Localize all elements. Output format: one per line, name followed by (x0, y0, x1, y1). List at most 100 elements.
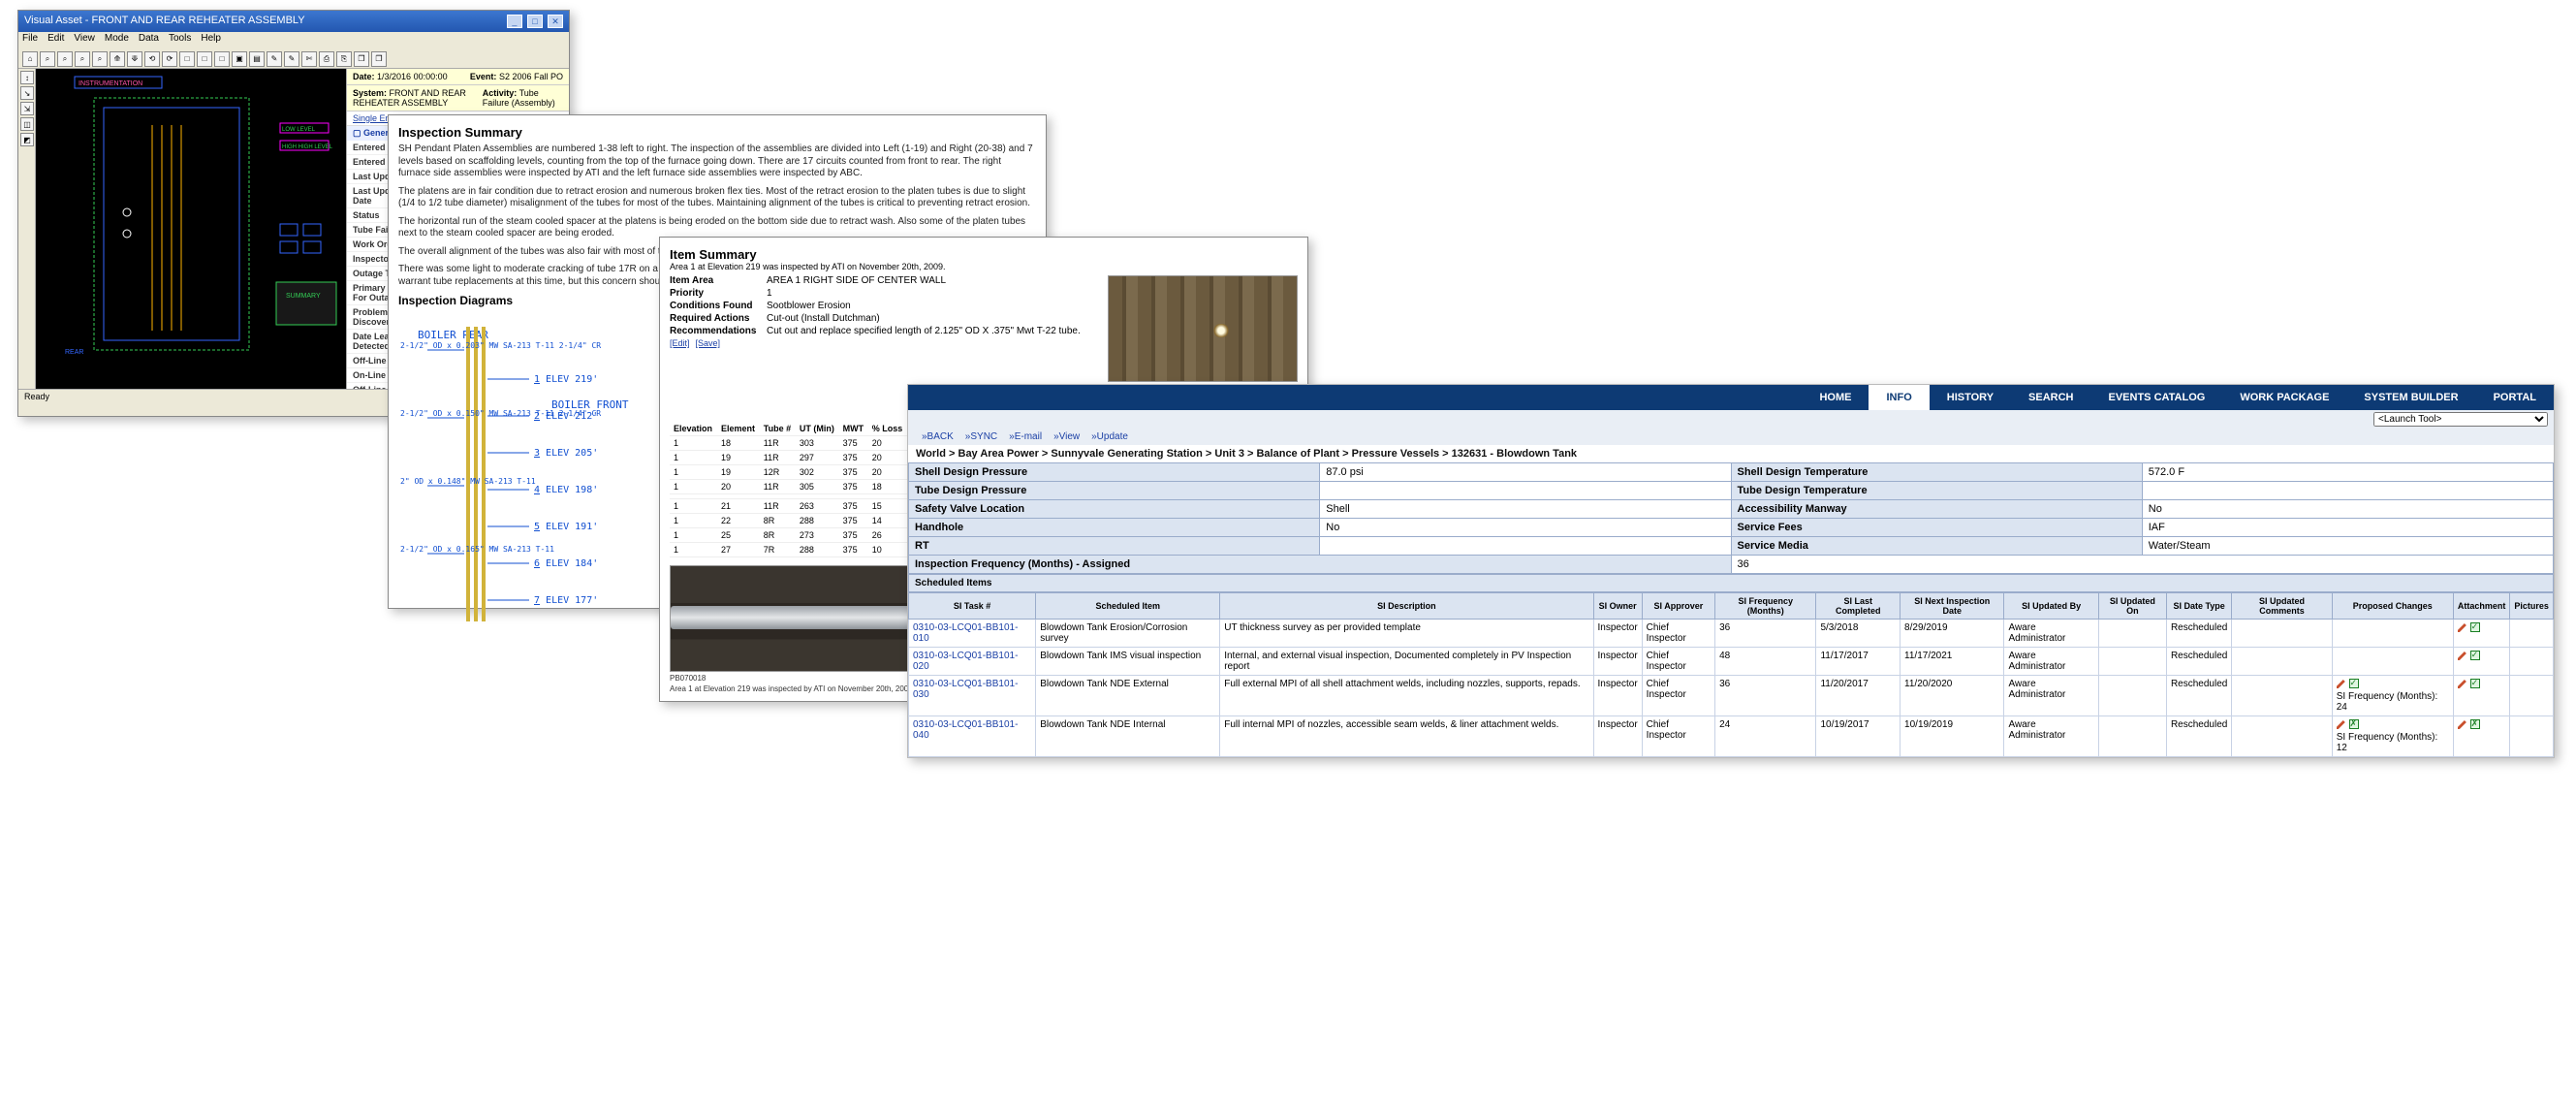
toolbar-button[interactable]: ⌕ (75, 51, 90, 67)
launch-tool-select[interactable]: <Launch Tool> (2373, 412, 2548, 427)
col-header: Pictures (2510, 593, 2554, 620)
check-icon[interactable] (2349, 719, 2359, 729)
action-link[interactable]: »View (1053, 431, 1080, 442)
item-photo (1108, 275, 1298, 382)
prop-val (2142, 482, 2553, 500)
edit-icon[interactable] (2458, 651, 2467, 660)
edit-icon[interactable] (2458, 719, 2467, 729)
svg-text:INSTRUMENTATION: INSTRUMENTATION (79, 80, 142, 87)
edit-icon[interactable] (2458, 679, 2467, 688)
nav-home[interactable]: HOME (1802, 385, 1869, 410)
toolbar-button[interactable]: ✄ (301, 51, 317, 67)
prop-key: Tube Design Pressure (909, 482, 1320, 500)
menu-bar: File Edit View Mode Data Tools Help (18, 32, 569, 49)
menu-tools[interactable]: Tools (169, 33, 191, 48)
check-icon[interactable] (2470, 719, 2480, 729)
nav-info[interactable]: INFO (1869, 385, 1929, 410)
menu-view[interactable]: View (74, 33, 95, 48)
field-value: Cut out and replace specified length of … (767, 326, 1098, 336)
nav-history[interactable]: HISTORY (1930, 385, 2011, 410)
toolbar-button[interactable]: □ (214, 51, 230, 67)
minimize-button[interactable]: _ (507, 15, 522, 28)
breadcrumb[interactable]: World > Bay Area Power > Sunnyvale Gener… (908, 445, 2554, 462)
window-titlebar[interactable]: Visual Asset - FRONT AND REAR REHEATER A… (18, 11, 569, 32)
toolbar-button[interactable]: ⌕ (92, 51, 108, 67)
toolbar-button[interactable]: ✎ (267, 51, 282, 67)
prop-val: IAF (2142, 519, 2553, 537)
toolbar-button[interactable]: ⟳ (162, 51, 177, 67)
close-button[interactable]: ✕ (548, 15, 563, 28)
side-toolbar-button[interactable]: ⇲ (20, 102, 34, 115)
nav-system-builder[interactable]: SYSTEM BUILDER (2346, 385, 2475, 410)
table-header: Tube # (760, 422, 796, 436)
nav-work-package[interactable]: WORK PACKAGE (2222, 385, 2346, 410)
side-toolbar-button[interactable]: ↕ (20, 71, 34, 84)
table-row: 0310-03-LCQ01-BB101-020 Blowdown Tank IM… (909, 648, 2554, 676)
menu-data[interactable]: Data (139, 33, 159, 48)
nav-portal[interactable]: PORTAL (2476, 385, 2554, 410)
table-header: Elevation (670, 422, 717, 436)
item-link[interactable]: [Save] (696, 338, 721, 348)
doc-heading: Inspection Summary (398, 125, 1036, 140)
cad-canvas[interactable]: INSTRUMENTATION LOW LEVEL HIGH HIGH LEVE… (36, 69, 346, 389)
check-icon[interactable] (2470, 651, 2480, 660)
toolbar-button[interactable]: ▤ (249, 51, 265, 67)
hdr-event: S2 2006 Fall PO (499, 72, 563, 81)
toolbar-button[interactable]: ⟱ (127, 51, 142, 67)
menu-mode[interactable]: Mode (105, 33, 129, 48)
menu-file[interactable]: File (22, 33, 38, 48)
prop-key: Shell Design Pressure (909, 463, 1320, 482)
prop-val: No (1320, 519, 1731, 537)
edit-icon[interactable] (2337, 679, 2346, 688)
col-header: SI Frequency (Months) (1715, 593, 1816, 620)
task-link[interactable]: 0310-03-LCQ01-BB101-040 (909, 716, 1036, 757)
edit-icon[interactable] (2337, 719, 2346, 729)
action-link[interactable]: »BACK (922, 431, 954, 442)
toolbar-button[interactable]: ⌕ (57, 51, 73, 67)
portal-nav: HOMEINFOHISTORYSEARCHEVENTS CATALOGWORK … (908, 385, 2554, 410)
prop-key: Tube Design Temperature (1731, 482, 2142, 500)
toolbar-button[interactable]: □ (179, 51, 195, 67)
side-toolbar-button[interactable]: ◩ (20, 133, 34, 146)
toolbar-button[interactable]: ❐ (354, 51, 369, 67)
menu-help[interactable]: Help (201, 33, 221, 48)
edit-icon[interactable] (2458, 622, 2467, 632)
boiler-rear-label: BOILER REAR (418, 329, 488, 341)
field-label: Item Area (670, 275, 767, 286)
item-link[interactable]: [Edit] (670, 338, 690, 348)
toolbar-button[interactable]: ⟰ (110, 51, 125, 67)
toolbar-button[interactable]: ❐ (371, 51, 387, 67)
nav-search[interactable]: SEARCH (2011, 385, 2090, 410)
side-toolbar-button[interactable]: ◫ (20, 117, 34, 131)
col-header: Scheduled Item (1036, 593, 1220, 620)
toolbar-side: ↕ ↘ ⇲ ◫ ◩ (18, 69, 36, 389)
action-link[interactable]: »E-mail (1009, 431, 1042, 442)
check-icon[interactable] (2470, 679, 2480, 688)
check-icon[interactable] (2349, 679, 2359, 688)
toolbar-button[interactable]: ⎙ (319, 51, 334, 67)
toolbar-button[interactable]: ⟲ (144, 51, 160, 67)
prop-val (1320, 482, 1731, 500)
toolbar-button[interactable]: ⎘ (336, 51, 352, 67)
action-link[interactable]: »Update (1091, 431, 1128, 442)
prop-key: Service Fees (1731, 519, 2142, 537)
task-link[interactable]: 0310-03-LCQ01-BB101-010 (909, 620, 1036, 648)
toolbar-button[interactable]: ▣ (232, 51, 247, 67)
svg-text:LOW LEVEL: LOW LEVEL (282, 127, 316, 133)
toolbar-button[interactable]: □ (197, 51, 212, 67)
col-header: SI Approver (1642, 593, 1714, 620)
task-link[interactable]: 0310-03-LCQ01-BB101-020 (909, 648, 1036, 676)
task-link[interactable]: 0310-03-LCQ01-BB101-030 (909, 676, 1036, 716)
maximize-button[interactable]: □ (527, 15, 543, 28)
svg-text:2-1/2" OD x 0.165" MW SA-213 T: 2-1/2" OD x 0.165" MW SA-213 T-11 (400, 545, 554, 554)
action-link[interactable]: »SYNC (965, 431, 997, 442)
toolbar-button[interactable]: ⌂ (22, 51, 38, 67)
svg-text:2 ELEV 212': 2 ELEV 212' (534, 411, 598, 422)
table-header: % Loss (868, 422, 907, 436)
toolbar-button[interactable]: ✎ (284, 51, 299, 67)
side-toolbar-button[interactable]: ↘ (20, 86, 34, 100)
nav-events-catalog[interactable]: EVENTS CATALOG (2091, 385, 2223, 410)
check-icon[interactable] (2470, 622, 2480, 632)
menu-edit[interactable]: Edit (47, 33, 64, 48)
toolbar-button[interactable]: ⌕ (40, 51, 55, 67)
